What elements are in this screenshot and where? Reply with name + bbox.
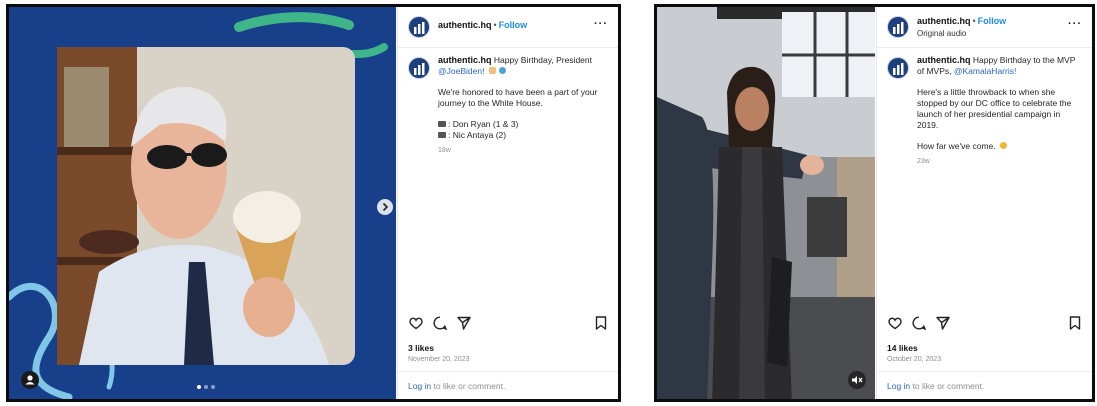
share-icon[interactable] — [935, 315, 951, 331]
authentic-logo-icon — [414, 22, 425, 34]
tagged-users-button[interactable] — [21, 371, 39, 389]
caption-paragraph-2: Here's a little throwback to when she st… — [917, 87, 1072, 130]
caption-avatar[interactable] — [408, 57, 430, 79]
login-prompt: Log in to like or comment. — [877, 371, 1092, 399]
caption-text: How far we've come. — [917, 141, 996, 151]
login-text: to like or comment. — [431, 381, 506, 391]
birthday-photo — [9, 7, 396, 399]
post-caption: authentic.hq Happy Birthday, President @… — [408, 55, 608, 156]
follow-button[interactable]: Follow — [978, 16, 1007, 26]
instagram-post-1: authentic.hq • Follow ··· authentic.hq Hap… — [6, 4, 621, 402]
audio-label[interactable]: Original audio — [917, 29, 966, 38]
bookmark-icon[interactable] — [594, 315, 608, 331]
post-date: October 20, 2023 — [887, 356, 942, 363]
post-actions — [887, 315, 1082, 335]
comment-icon[interactable] — [432, 315, 448, 331]
like-count[interactable]: 14 likes — [887, 343, 918, 353]
separator-dot: • — [493, 20, 497, 30]
chevron-right-icon — [382, 202, 389, 212]
carousel-dots — [197, 385, 217, 390]
camera-emoji-icon — [438, 121, 446, 127]
username-link[interactable]: authentic.hq — [917, 16, 971, 26]
authentic-logo-icon — [893, 63, 904, 75]
authentic-logo-icon — [414, 63, 425, 75]
caption-paragraph-3: How far we've come. — [917, 141, 1082, 152]
speaker-muted-icon — [852, 376, 863, 384]
login-prompt: Log in to like or comment. — [398, 371, 618, 399]
caption-text: Happy Birthday, President — [493, 55, 592, 65]
authentic-logo-icon — [893, 22, 904, 34]
credit-text: : Don Ryan (1 & 3) — [448, 119, 519, 129]
heart-icon[interactable] — [408, 315, 424, 331]
user-tag-icon — [25, 375, 35, 385]
post-header: authentic.hq • Follow ··· — [398, 7, 618, 48]
caption-paragraph-2: We're honored to have been a part of you… — [438, 87, 598, 108]
carousel-dot-active — [197, 385, 201, 389]
office-video-frame — [657, 7, 875, 399]
next-slide-button[interactable] — [377, 199, 393, 215]
post-side-panel: authentic.hq • Follow Original audio ··· a… — [876, 7, 1092, 399]
share-icon[interactable] — [456, 315, 472, 331]
caption-username[interactable]: authentic.hq — [917, 55, 971, 65]
login-link[interactable]: Log in — [887, 381, 910, 391]
credit-text: : Nic Antaya (2) — [448, 130, 507, 140]
account-avatar[interactable] — [887, 16, 909, 38]
account-avatar[interactable] — [408, 16, 430, 38]
caption-age: 23w — [917, 158, 930, 165]
post-date: November 20, 2023 — [408, 356, 470, 363]
follow-button[interactable]: Follow — [499, 20, 528, 30]
login-link[interactable]: Log in — [408, 381, 431, 391]
mention-link[interactable]: @KamalaHarris! — [954, 66, 1016, 76]
instagram-post-2: authentic.hq • Follow Original audio ··· a… — [654, 4, 1095, 402]
login-text: to like or comment. — [910, 381, 985, 391]
photo-credit: : Nic Antaya (2) — [438, 130, 608, 141]
like-count[interactable]: 3 likes — [408, 343, 434, 353]
post-actions — [408, 315, 608, 335]
smile-emoji-icon — [1000, 142, 1007, 149]
photo-credit: : Don Ryan (1 & 3) — [438, 119, 608, 130]
more-options-button[interactable]: ··· — [1068, 18, 1082, 30]
post-header: authentic.hq • Follow Original audio ··· — [877, 7, 1092, 48]
heart-icon[interactable] — [887, 315, 903, 331]
header-line: authentic.hq • Follow — [917, 16, 1006, 26]
caption-paragraph: authentic.hq Happy Birthday to the MVP o… — [917, 55, 1082, 77]
caption-paragraph: authentic.hq Happy Birthday, President @… — [438, 55, 608, 77]
mention-link[interactable]: @JoeBiden! — [438, 66, 484, 76]
camera-emoji-icon — [438, 132, 446, 138]
bookmark-icon[interactable] — [1068, 315, 1082, 331]
post-photo-carousel[interactable] — [9, 7, 396, 399]
post-caption: authentic.hq Happy Birthday to the MVP o… — [887, 55, 1082, 167]
separator-dot: • — [972, 16, 976, 26]
globe-emoji-icon — [499, 67, 507, 74]
caption-username[interactable]: authentic.hq — [438, 55, 492, 65]
header-line: authentic.hq • Follow — [438, 20, 527, 30]
post-video[interactable] — [657, 7, 875, 399]
carousel-dot — [204, 385, 208, 389]
comment-icon[interactable] — [911, 315, 927, 331]
mute-toggle-button[interactable] — [848, 371, 866, 389]
username-link[interactable]: authentic.hq — [438, 20, 492, 30]
caption-age: 18w — [438, 147, 451, 154]
cake-emoji-icon — [488, 67, 496, 74]
caption-avatar[interactable] — [887, 57, 909, 79]
more-options-button[interactable]: ··· — [594, 18, 608, 30]
post-side-panel: authentic.hq • Follow ··· authentic.hq Hap… — [397, 7, 618, 399]
carousel-dot — [211, 385, 215, 389]
